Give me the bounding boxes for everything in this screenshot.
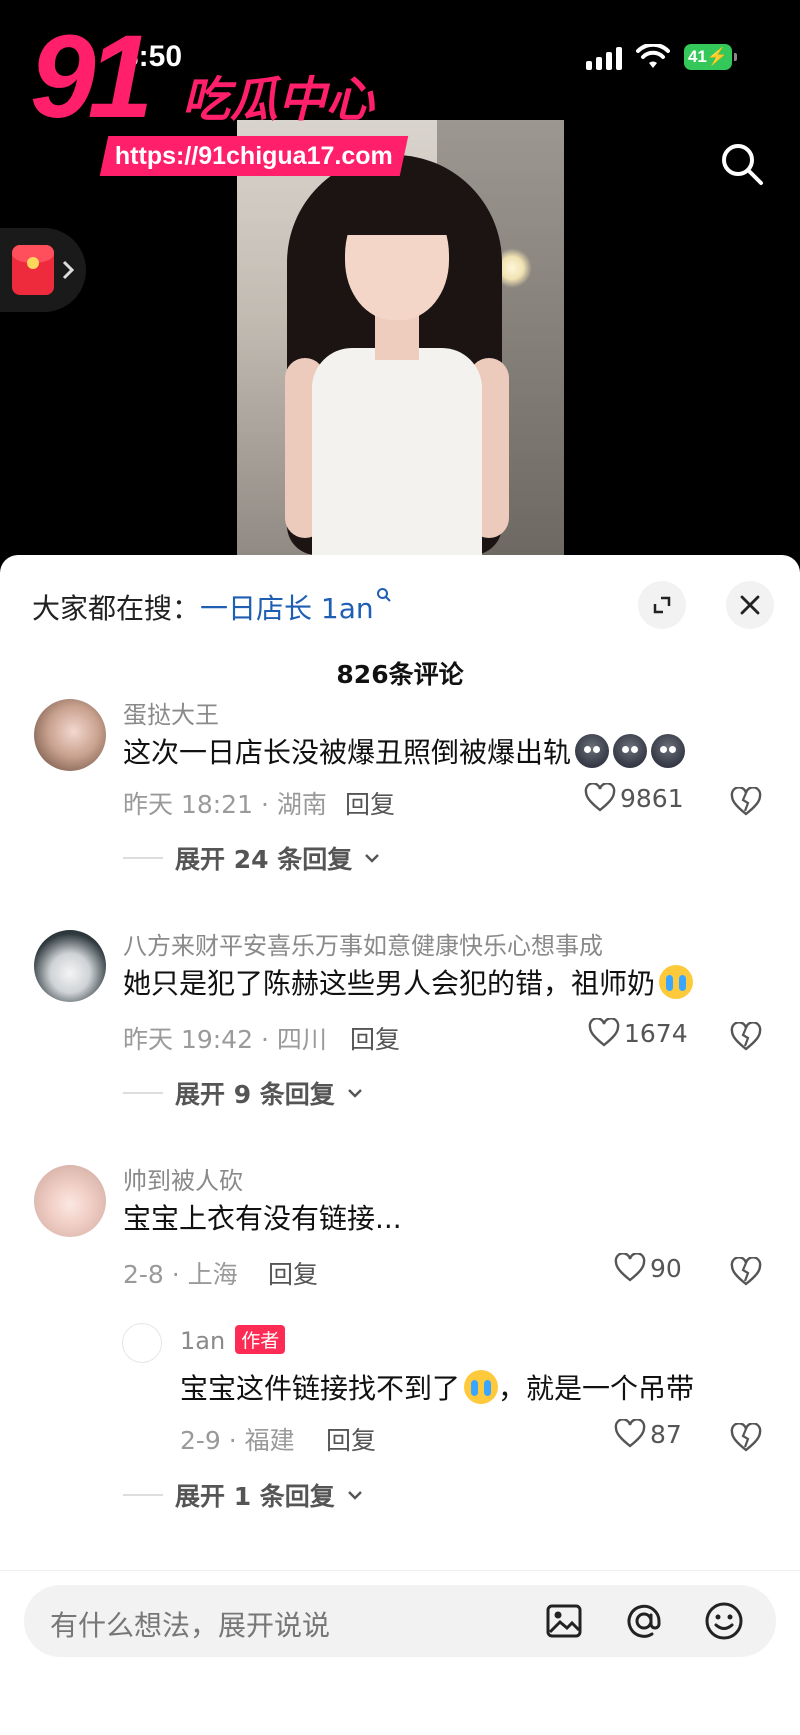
like-count: 1674 <box>624 1018 688 1048</box>
avatar[interactable] <box>34 699 106 771</box>
reply-text-part: 宝宝这件链接找不到了 <box>180 1372 461 1405</box>
cellular-signal-icon <box>586 44 622 70</box>
video-frame[interactable] <box>237 120 564 560</box>
expand-replies-label: 展开 9 条回复 <box>175 1080 335 1109</box>
search-icon[interactable] <box>718 140 766 188</box>
comment-input-placeholder: 有什么想法，展开说说 <box>50 1609 331 1642</box>
reply-button[interactable]: 回复 <box>326 1421 376 1457</box>
comment-meta: 昨天 18:21 · 湖南 <box>123 790 327 819</box>
comment-username[interactable]: 蛋挞大王 <box>123 695 219 730</box>
watermark-number: 91 <box>30 11 153 143</box>
close-icon <box>740 595 760 615</box>
like-button[interactable]: 90 <box>614 1253 682 1283</box>
author-badge: 作者 <box>235 1325 286 1354</box>
watermark-name: 吃瓜中心 <box>182 72 375 128</box>
small-search-icon <box>376 588 391 602</box>
comment-text[interactable]: 这次一日店长没被爆丑照倒被爆出轨 <box>123 731 686 771</box>
reply-meta: 2-9 · 福建 <box>180 1426 295 1455</box>
avatar[interactable] <box>34 1165 106 1237</box>
avatar[interactable] <box>34 930 106 1002</box>
comment-username[interactable]: 帅到被人砍 <box>123 1161 243 1196</box>
broken-heart-icon[interactable] <box>730 787 762 817</box>
chevron-down-icon <box>347 1491 362 1500</box>
reply-username-text: 1an <box>180 1327 226 1355</box>
comment-text-body: 这次一日店长没被爆丑照倒被爆出轨 <box>123 736 572 769</box>
comment-text[interactable]: 她只是犯了陈赫这些男人会犯的错，祖师奶 <box>123 962 694 1002</box>
reply-button[interactable]: 回复 <box>350 1020 400 1056</box>
video-person-dress <box>312 348 482 560</box>
watermark-url: https://91chigua17.com <box>115 141 393 170</box>
input-divider <box>0 1570 800 1571</box>
reply-username[interactable]: 1an 作者 <box>180 1325 286 1355</box>
trending-search-label: 大家都在搜： <box>32 592 201 625</box>
chevron-down-icon <box>347 1089 362 1098</box>
like-button[interactable]: 87 <box>614 1419 682 1449</box>
crying-emoji-icon <box>659 965 694 999</box>
expand-icon <box>653 596 671 614</box>
like-button[interactable]: 1674 <box>588 1018 688 1048</box>
red-packet-button[interactable] <box>0 228 86 312</box>
image-icon[interactable] <box>542 1599 586 1643</box>
dark-face-emoji-icon <box>651 734 686 768</box>
comment-meta: 2-8 · 上海 <box>123 1260 238 1289</box>
video-area[interactable]: 3:50 41 ⚡ 91 吃瓜中心 https://91chigua17.com <box>0 0 800 560</box>
expand-replies-button[interactable]: 展开 9 条回复 <box>123 1075 363 1111</box>
like-count: 87 <box>650 1419 682 1449</box>
comment-meta: 昨天 19:42 · 四川 <box>123 1025 327 1054</box>
like-button[interactable]: 9861 <box>584 783 684 813</box>
heart-icon <box>588 1018 620 1047</box>
dark-face-emoji-icon <box>575 734 610 768</box>
mention-icon[interactable] <box>622 1599 666 1643</box>
divider-dash <box>123 1494 163 1496</box>
like-count: 90 <box>650 1253 682 1283</box>
crying-emoji-icon <box>464 1370 499 1404</box>
comment-text-body: 她只是犯了陈赫这些男人会犯的错，祖师奶 <box>123 967 656 1000</box>
reply-text-part: ，就是一个吊带 <box>498 1372 695 1405</box>
trending-search-link[interactable]: 一日店长 1an <box>200 592 374 625</box>
divider-dash <box>123 1092 163 1094</box>
heart-icon <box>614 1419 646 1448</box>
reply-text[interactable]: 宝宝这件链接找不到了 ，就是一个吊带 <box>180 1367 694 1407</box>
divider-dash <box>123 857 163 859</box>
broken-heart-icon[interactable] <box>730 1257 762 1287</box>
broken-heart-icon[interactable] <box>730 1022 762 1052</box>
status-icons: 41 ⚡ <box>586 44 737 70</box>
comment-sheet: 大家都在搜：一日店长 1an 826条评论 蛋挞大王 这次一日店长没被爆丑照倒被… <box>0 555 800 1735</box>
trending-search[interactable]: 大家都在搜：一日店长 1an <box>32 587 392 627</box>
avatar[interactable] <box>122 1323 162 1363</box>
expand-replies-label: 展开 1 条回复 <box>175 1482 335 1511</box>
reply-button[interactable]: 回复 <box>345 785 395 821</box>
broken-heart-icon[interactable] <box>730 1423 762 1453</box>
close-button[interactable] <box>726 581 774 629</box>
comment-count: 826条评论 <box>336 660 464 689</box>
comment-input[interactable]: 有什么想法，展开说说 <box>24 1585 776 1657</box>
heart-icon <box>614 1253 646 1282</box>
chevron-right-icon <box>62 260 74 280</box>
red-packet-icon <box>12 245 54 295</box>
emoji-icon[interactable] <box>702 1599 746 1643</box>
watermark-url-banner: https://91chigua17.com <box>99 136 409 176</box>
comment-username[interactable]: 八方来财平安喜乐万事如意健康快乐心想事成 <box>123 926 603 961</box>
expand-replies-button[interactable]: 展开 1 条回复 <box>123 1477 363 1513</box>
like-count: 9861 <box>620 783 684 813</box>
battery-level: 41 <box>687 47 707 66</box>
expand-replies-button[interactable]: 展开 24 条回复 <box>123 840 380 876</box>
dark-face-emoji-icon <box>613 734 648 768</box>
chevron-down-icon <box>365 854 380 863</box>
comment-text[interactable]: 宝宝上衣有没有链接... <box>123 1197 402 1237</box>
heart-icon <box>584 783 616 812</box>
wifi-icon <box>636 44 670 68</box>
battery-icon: 41 ⚡ <box>684 44 737 70</box>
reply-button[interactable]: 回复 <box>268 1255 318 1291</box>
expand-replies-label: 展开 24 条回复 <box>175 845 353 874</box>
expand-sheet-button[interactable] <box>638 581 686 629</box>
